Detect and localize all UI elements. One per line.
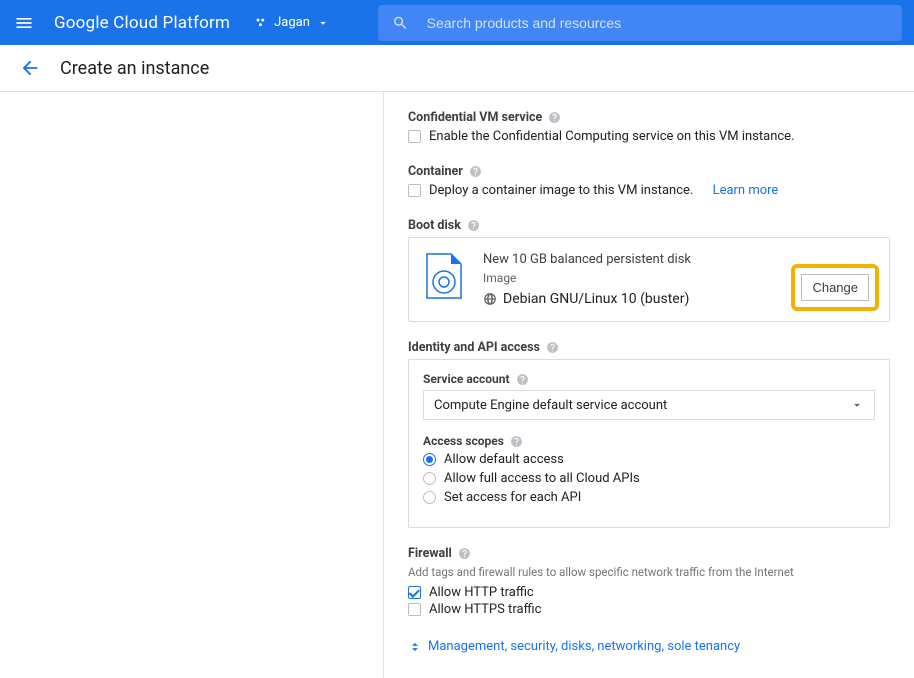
http-checkbox-row: Allow HTTP traffic (408, 585, 890, 600)
container-label: Container (408, 164, 890, 179)
radio-each-api[interactable] (423, 491, 436, 504)
menu-icon (14, 13, 34, 33)
form-pane: Confidential VM service Enable the Confi… (384, 92, 914, 678)
project-name: Jagan (274, 15, 310, 30)
chevron-down-icon (850, 398, 864, 412)
page-title: Create an instance (60, 58, 209, 79)
help-icon[interactable] (510, 435, 523, 448)
globe-icon (483, 292, 497, 306)
radio-full-access[interactable] (423, 472, 436, 485)
help-icon[interactable] (467, 219, 480, 232)
help-icon[interactable] (469, 165, 482, 178)
expand-link[interactable]: Management, security, disks, networking,… (408, 639, 890, 654)
service-account-label: Service account (423, 372, 875, 386)
help-icon[interactable] (546, 341, 559, 354)
identity-label: Identity and API access (408, 340, 890, 355)
bootdisk-label: Boot disk (408, 218, 890, 233)
gcp-logo: Google Cloud Platform (54, 13, 230, 33)
http-label: Allow HTTP traffic (429, 585, 534, 600)
confidential-checkbox-label: Enable the Confidential Computing servic… (429, 129, 795, 144)
search-bar[interactable] (378, 5, 902, 41)
bootdisk-card: New 10 GB balanced persistent disk Image… (408, 237, 890, 322)
top-header: Google Cloud Platform Jagan (0, 0, 914, 45)
access-scopes-label: Access scopes (423, 434, 875, 448)
container-checkbox-row: Deploy a container image to this VM inst… (408, 183, 890, 198)
radio-default-access[interactable] (423, 453, 436, 466)
identity-card: Service account Compute Engine default s… (408, 359, 890, 528)
firewall-label: Firewall (408, 546, 890, 561)
back-button[interactable] (18, 56, 42, 80)
expand-icon (408, 640, 422, 654)
project-icon (254, 16, 268, 30)
arrow-back-icon (19, 57, 41, 79)
search-icon (392, 14, 409, 32)
left-pane (0, 92, 384, 678)
firewall-helper: Add tags and firewall rules to allow spe… (408, 565, 890, 579)
radio-label: Set access for each API (444, 490, 581, 505)
service-account-value: Compute Engine default service account (434, 398, 667, 413)
scope-radio-each: Set access for each API (423, 490, 875, 505)
service-account-select[interactable]: Compute Engine default service account (423, 390, 875, 420)
radio-label: Allow full access to all Cloud APIs (444, 471, 640, 486)
help-icon[interactable] (516, 373, 529, 386)
scope-radio-default: Allow default access (423, 452, 875, 467)
help-icon[interactable] (458, 547, 471, 560)
https-checkbox[interactable] (408, 603, 421, 616)
https-label: Allow HTTPS traffic (429, 602, 541, 617)
help-icon[interactable] (548, 111, 561, 124)
https-checkbox-row: Allow HTTPS traffic (408, 602, 890, 617)
confidential-checkbox[interactable] (408, 130, 421, 143)
container-checkbox-label: Deploy a container image to this VM inst… (429, 183, 693, 198)
main-content: Confidential VM service Enable the Confi… (0, 92, 914, 678)
radio-label: Allow default access (444, 452, 564, 467)
confidential-label: Confidential VM service (408, 110, 890, 125)
scope-radio-full: Allow full access to all Cloud APIs (423, 471, 875, 486)
hamburger-menu[interactable] (12, 11, 36, 35)
search-input[interactable] (427, 15, 888, 31)
disk-icon (423, 252, 465, 300)
subheader: Create an instance (0, 45, 914, 92)
change-highlight: Change (791, 264, 879, 311)
chevron-down-icon (316, 16, 330, 30)
confidential-checkbox-row: Enable the Confidential Computing servic… (408, 129, 890, 144)
project-selector[interactable]: Jagan (254, 15, 330, 30)
change-button[interactable]: Change (801, 274, 869, 301)
http-checkbox[interactable] (408, 586, 421, 599)
learn-more-link[interactable]: Learn more (713, 183, 779, 198)
container-checkbox[interactable] (408, 184, 421, 197)
